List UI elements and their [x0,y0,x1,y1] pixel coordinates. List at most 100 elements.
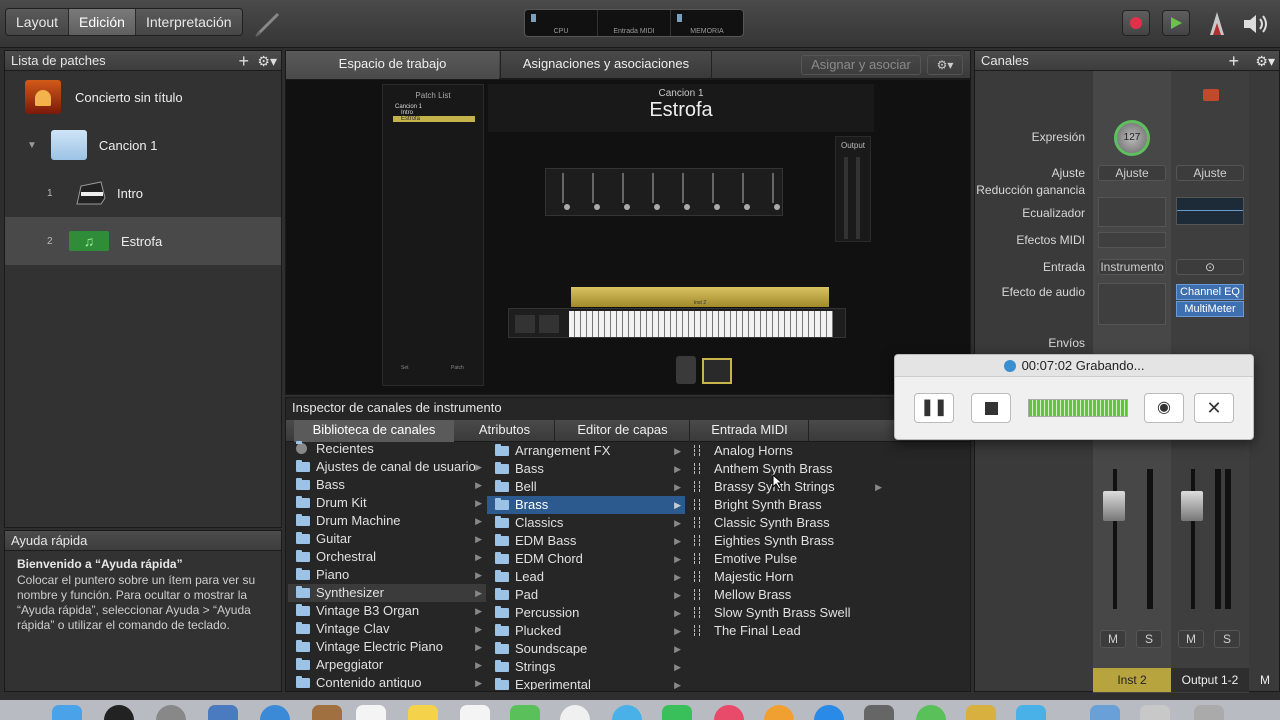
maps-icon[interactable] [510,705,540,720]
list-item[interactable]: Classic Synth Brass [686,514,886,532]
channel-name-partial[interactable]: M [1251,668,1279,692]
list-item[interactable]: Slow Synth Brass Swell [686,604,886,622]
tab-interpretacion[interactable]: Interpretación [135,9,242,35]
calendar-icon[interactable] [356,705,386,720]
fader-bank[interactable] [545,168,783,216]
keyboard-widget[interactable] [508,308,846,338]
list-item-selected[interactable]: Brass ▶ [487,496,685,514]
pause-button[interactable]: ❚❚ [914,393,954,423]
volume-fader[interactable] [1103,491,1125,521]
pitch-wheel-icon[interactable] [515,315,535,333]
patch-row-selected[interactable]: 2 ♫ Estrofa [5,217,281,265]
stop-button[interactable] [971,393,1011,423]
plugin-multimeter[interactable]: MultiMeter [1176,301,1244,317]
pencil-icon[interactable] [252,10,282,38]
workspace-gear-icon[interactable]: ⚙▾ [927,55,963,75]
fader-strip-1[interactable] [1093,461,1171,611]
system-preferences-icon[interactable] [864,705,894,720]
solo-button[interactable]: S [1214,630,1240,648]
list-item[interactable]: Drum Machine ▶ [288,512,486,530]
list-item[interactable]: Bell ▶ [487,478,685,496]
list-item[interactable]: Brassy Synth Strings ▶ [686,478,886,496]
list-item[interactable]: Orchestral ▶ [288,548,486,566]
volume-icon[interactable] [1242,12,1272,36]
input-button[interactable]: Instrumento [1098,259,1166,275]
pedal-icons[interactable] [676,356,736,386]
list-item[interactable]: Vintage Electric Piano ▶ [288,638,486,656]
list-item[interactable]: Strings ▶ [487,658,685,676]
setting-button[interactable]: Ajuste [1098,165,1166,181]
tab-midi-input[interactable]: Entrada MIDI [691,420,809,442]
tuner-icon[interactable] [1206,9,1228,37]
mod-wheel-icon[interactable] [539,315,559,333]
mute-button[interactable]: M [1178,630,1204,648]
list-item[interactable]: Arpeggiator ▶ [288,656,486,674]
list-item[interactable]: Emotive Pulse [686,550,886,568]
list-item[interactable]: Bass ▶ [487,460,685,478]
list-item[interactable]: Lead ▶ [487,568,685,586]
list-item[interactable]: Soundscape ▶ [487,640,685,658]
list-item[interactable]: Eighties Synth Brass [686,532,886,550]
list-item[interactable]: Guitar ▶ [288,530,486,548]
list-item[interactable]: Recientes [288,440,486,458]
output-meter[interactable]: Output [835,136,871,242]
assign-button[interactable]: Asignar y asociar [801,55,921,75]
solo-button[interactable]: S [1136,630,1162,648]
list-item[interactable]: Analog Horns [686,442,886,460]
mainstage-icon[interactable] [966,705,996,720]
midi-fx-slot[interactable] [1098,232,1166,248]
song-row[interactable]: ▼ Cancion 1 [5,121,281,169]
tab-layer-editor[interactable]: Editor de capas [556,420,690,442]
list-item[interactable]: EDM Bass ▶ [487,532,685,550]
camera-settings-icon[interactable]: ◉ [1144,393,1184,423]
add-channel-icon[interactable]: + [1228,51,1239,71]
gear-icon[interactable]: ⚙▾ [257,51,277,71]
concert-row[interactable]: Concierto sin título [5,73,281,121]
reminders-icon[interactable] [460,705,490,720]
list-item[interactable]: Classics ▶ [487,514,685,532]
list-item-selected[interactable]: Synthesizer ▶ [288,584,486,602]
list-item[interactable]: Anthem Synth Brass [686,460,886,478]
link-icon[interactable]: ⊙ [1176,259,1244,275]
notes-icon[interactable] [408,705,438,720]
patch-list-widget[interactable]: Patch List Cancion 1 Intro Estrofa Set P… [382,84,484,386]
finder-icon[interactable] [52,705,82,720]
list-item[interactable]: Drum Kit ▶ [288,494,486,512]
setting-button[interactable]: Ajuste [1176,165,1244,181]
disclosure-triangle-icon[interactable]: ▼ [27,140,37,151]
eq-display[interactable] [1176,197,1244,225]
list-item[interactable]: Ajustes de canal de usuario ▶ [288,458,486,476]
close-icon[interactable]: ✕ [1194,393,1234,423]
expression-knob[interactable]: 127 [1114,120,1150,156]
list-item[interactable]: Experimental ▶ [487,676,685,690]
eq-slot[interactable] [1098,197,1166,227]
list-item[interactable]: Contenido antiguo ▶ [288,674,486,688]
documents-icon[interactable] [1140,705,1170,720]
fader-strip-2[interactable] [1171,461,1249,611]
channel-name-output[interactable]: Output 1-2 [1171,668,1249,692]
list-item[interactable]: Plucked ▶ [487,622,685,640]
trash-icon[interactable] [1194,705,1224,720]
plugin-channel-eq[interactable]: Channel EQ [1176,284,1244,300]
list-item[interactable]: Vintage Clav ▶ [288,620,486,638]
list-item[interactable]: Percussion ▶ [487,604,685,622]
list-item[interactable]: Pad ▶ [487,586,685,604]
tab-edicion[interactable]: Edición [69,9,136,35]
preview-icon[interactable] [208,705,238,720]
downloads-folder-icon[interactable] [1090,705,1120,720]
list-item[interactable]: Majestic Horn [686,568,886,586]
tab-attributes[interactable]: Atributos [455,420,555,442]
tab-layout[interactable]: Layout [6,9,70,35]
list-item[interactable]: Bright Synth Brass [686,496,886,514]
record-button[interactable] [1122,10,1150,36]
tab-workspace[interactable]: Espacio de trabajo [286,51,499,79]
audio-fx-slot[interactable] [1098,283,1166,325]
list-item[interactable]: Piano ▶ [288,566,486,584]
patch-row[interactable]: 1 Intro [5,169,281,217]
list-item[interactable]: Bass ▶ [288,476,486,494]
list-item[interactable]: Mellow Brass [686,586,886,604]
list-item[interactable]: The Final Lead [686,622,886,640]
volume-fader[interactable] [1181,491,1203,521]
list-item[interactable]: Arrangement FX ▶ [487,442,685,460]
add-icon[interactable]: + [238,51,249,71]
